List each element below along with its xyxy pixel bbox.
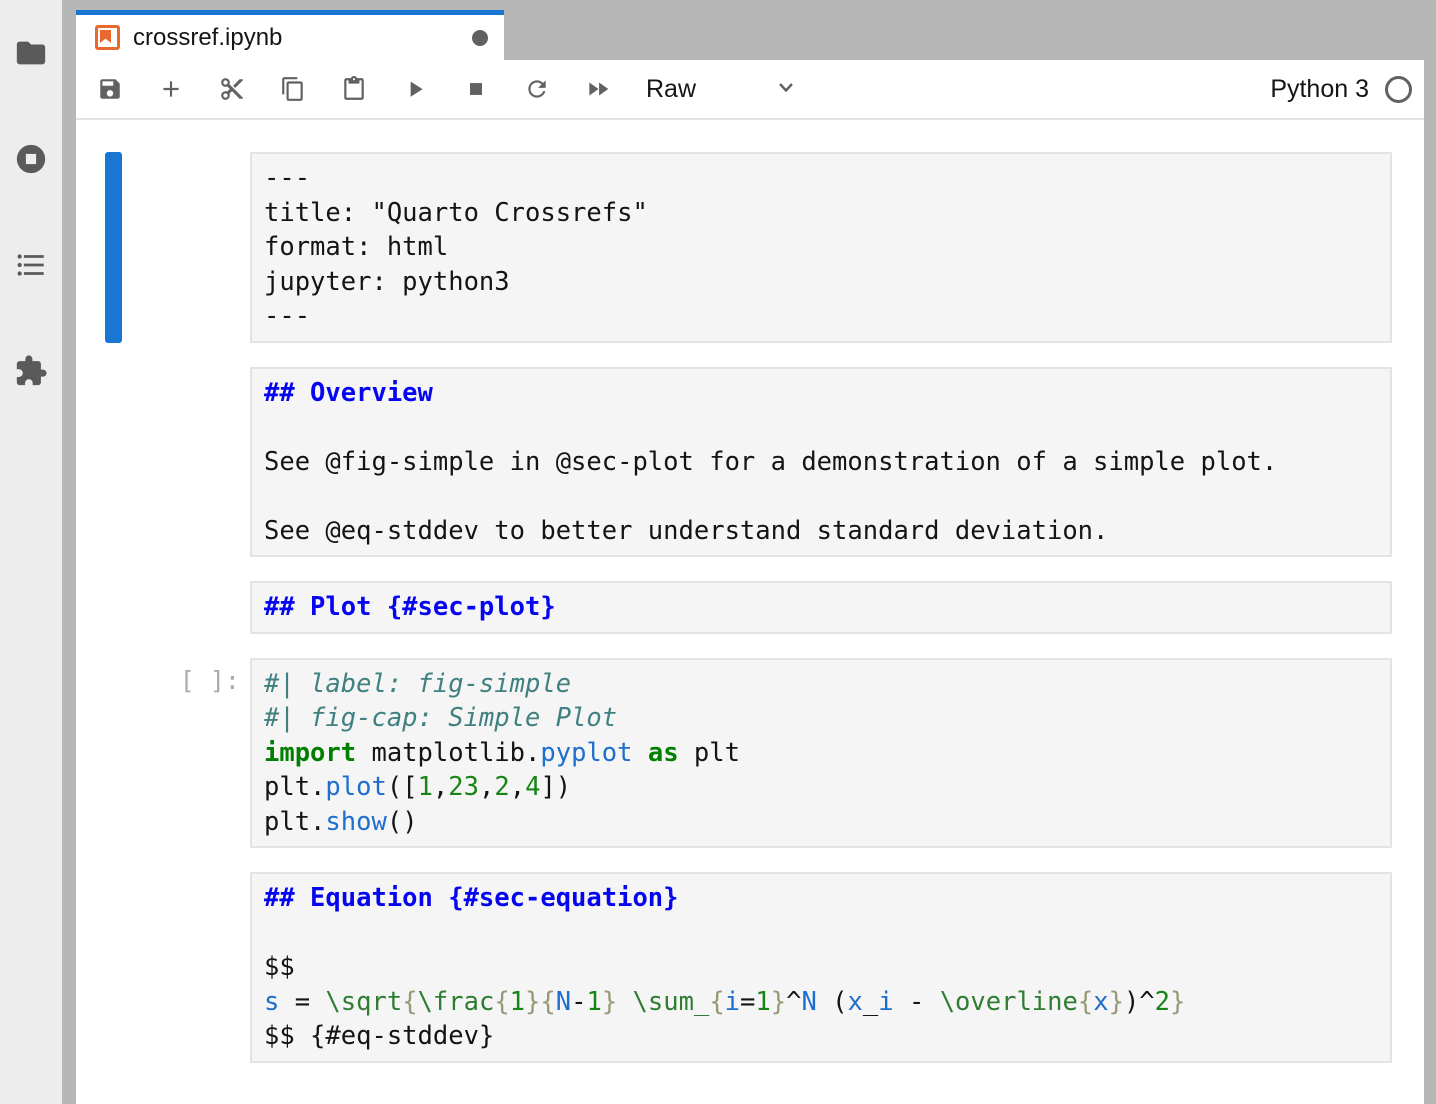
code-line: jupyter: python3 (264, 265, 1378, 300)
notebook-icon (95, 25, 120, 50)
code-line: s = \sqrt{\frac{1}{N-1} \sum_{i=1}^N (x_… (264, 985, 1378, 1020)
table-of-contents-tab[interactable] (14, 248, 48, 282)
folder-icon (14, 57, 48, 74)
tab-crossref-ipynb[interactable]: crossref.ipynb (76, 10, 504, 60)
notebook-toolbar: Raw Python 3 (76, 60, 1424, 120)
execution-prompt (122, 872, 250, 1063)
cell-editor[interactable]: ---title: "Quarto Crossrefs"format: html… (250, 152, 1392, 343)
interrupt-kernel-button[interactable] (463, 76, 489, 102)
execution-prompt (122, 581, 250, 634)
kernel-status-indicator[interactable] (1385, 76, 1412, 103)
running-kernels-tab[interactable] (14, 142, 48, 176)
extension-manager-tab[interactable] (14, 354, 48, 388)
code-line: See @eq-stddev to better understand stan… (264, 514, 1378, 549)
code-line: title: "Quarto Crossrefs" (264, 196, 1378, 231)
stop-icon (463, 89, 489, 106)
file-browser-tab[interactable] (14, 36, 48, 70)
restart-kernel-button[interactable] (524, 76, 550, 102)
fast-forward-icon (585, 89, 611, 106)
jupyterlab-window: crossref.ipynb (0, 0, 1436, 1104)
restart-run-all-button[interactable] (585, 76, 611, 102)
code-line: format: html (264, 230, 1378, 265)
code-line: plt.show() (264, 805, 1378, 840)
cell-collapser[interactable] (105, 658, 122, 849)
code-line: ## Overview (264, 376, 1378, 411)
code-line: import matplotlib.pyplot as plt (264, 736, 1378, 771)
execution-prompt (122, 367, 250, 558)
cell-type-dropdown[interactable]: Raw (646, 75, 798, 104)
code-line (264, 410, 1378, 445)
cell-collapser[interactable] (105, 152, 122, 343)
notebook-cell-markdown[interactable]: ## Overview See @fig-simple in @sec-plot… (76, 367, 1424, 558)
notebook-cell-markdown[interactable]: ## Equation {#sec-equation} $$s = \sqrt{… (76, 872, 1424, 1063)
execution-prompt: [ ]: (122, 658, 250, 849)
code-line: ## Equation {#sec-equation} (264, 881, 1378, 916)
code-line: #| fig-cap: Simple Plot (264, 701, 1378, 736)
notebook-panel: ---title: "Quarto Crossrefs"format: html… (76, 120, 1424, 1104)
save-button[interactable] (97, 76, 123, 102)
code-line: $$ {#eq-stddev} (264, 1019, 1378, 1054)
copy-icon (280, 89, 306, 106)
tab-title: crossref.ipynb (133, 24, 282, 52)
cell-editor[interactable]: #| label: fig-simple#| fig-cap: Simple P… (250, 658, 1392, 849)
run-icon (402, 89, 428, 106)
save-icon (97, 89, 123, 106)
restart-icon (524, 89, 550, 106)
code-line (264, 916, 1378, 951)
cut-cells-button[interactable] (219, 76, 245, 102)
kernel-name: Python 3 (1270, 75, 1369, 104)
paste-icon (341, 89, 367, 106)
cut-icon (219, 89, 245, 106)
code-line: $$ (264, 950, 1378, 985)
stop-circle-icon (14, 163, 48, 180)
cell-editor[interactable]: ## Overview See @fig-simple in @sec-plot… (250, 367, 1392, 558)
code-line: --- (264, 299, 1378, 334)
cell-type-value: Raw (646, 75, 696, 104)
cell-editor[interactable]: ## Plot {#sec-plot} (250, 581, 1392, 634)
cell-collapser[interactable] (105, 367, 122, 558)
execution-prompt (122, 152, 250, 343)
code-line: --- (264, 161, 1378, 196)
chevron-down-icon (774, 75, 798, 104)
list-icon (14, 269, 48, 286)
code-line: plt.plot([1,23,2,4]) (264, 770, 1378, 805)
notebook-cell-code[interactable]: [ ]:#| label: fig-simple#| fig-cap: Simp… (76, 658, 1424, 849)
code-line: ## Plot {#sec-plot} (264, 590, 1378, 625)
left-activity-bar (0, 0, 62, 1104)
code-line (264, 479, 1378, 514)
right-edge-strip (1424, 0, 1436, 1104)
insert-cell-button[interactable] (158, 76, 184, 102)
cell-collapser[interactable] (105, 872, 122, 1063)
puzzle-icon (14, 375, 48, 392)
notebook-cell-raw[interactable]: ---title: "Quarto Crossrefs"format: html… (76, 152, 1424, 343)
cell-list: ---title: "Quarto Crossrefs"format: html… (76, 152, 1424, 1063)
tab-bar: crossref.ipynb (76, 0, 1424, 60)
cell-editor[interactable]: ## Equation {#sec-equation} $$s = \sqrt{… (250, 872, 1392, 1063)
run-cell-button[interactable] (402, 76, 428, 102)
notebook-cell-markdown[interactable]: ## Plot {#sec-plot} (76, 581, 1424, 634)
copy-cells-button[interactable] (280, 76, 306, 102)
unsaved-changes-dot[interactable] (472, 30, 488, 46)
plus-icon (158, 89, 184, 106)
sidebar-divider (62, 0, 76, 1104)
cell-collapser[interactable] (105, 581, 122, 634)
code-line: #| label: fig-simple (264, 667, 1378, 702)
code-line: See @fig-simple in @sec-plot for a demon… (264, 445, 1378, 480)
paste-cells-button[interactable] (341, 76, 367, 102)
main-dock-panel: crossref.ipynb (76, 0, 1424, 1104)
